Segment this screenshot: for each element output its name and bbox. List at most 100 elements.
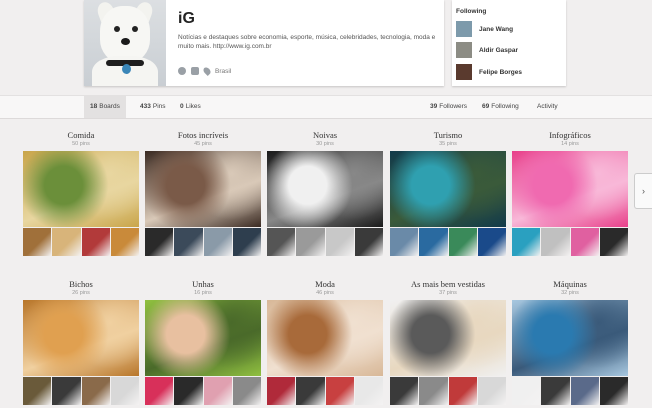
- board-title[interactable]: As mais bem vestidas: [390, 279, 506, 290]
- followers-count: 39: [430, 103, 438, 110]
- board-title[interactable]: Bichos: [23, 279, 139, 290]
- board-cover-image[interactable]: [145, 300, 261, 376]
- board-thumbnail[interactable]: [52, 377, 81, 405]
- board-card[interactable]: As mais bem vestidas 37 pins: [390, 279, 506, 405]
- follow-avatar[interactable]: [456, 42, 472, 58]
- board-title[interactable]: Infográficos: [512, 130, 628, 141]
- board-card[interactable]: Bichos 26 pins: [23, 279, 139, 405]
- board-thumbnail[interactable]: [599, 377, 628, 405]
- board-thumbnail[interactable]: [541, 228, 570, 256]
- board-thumbnail[interactable]: [570, 228, 599, 256]
- board-thumbnail[interactable]: [570, 377, 599, 405]
- board-thumbnail[interactable]: [203, 377, 232, 405]
- board-thumbnail[interactable]: [23, 377, 52, 405]
- board-thumbnail[interactable]: [325, 228, 354, 256]
- board-thumbnail[interactable]: [174, 377, 203, 405]
- board-pin-count: 46 pins: [316, 290, 334, 296]
- board-thumbnail[interactable]: [512, 377, 541, 405]
- board-thumbnail[interactable]: [390, 377, 419, 405]
- board-cover-image[interactable]: [390, 300, 506, 376]
- board-card[interactable]: Moda 46 pins: [267, 279, 383, 405]
- board-thumbnail[interactable]: [390, 228, 419, 256]
- board-cover-image[interactable]: [267, 300, 383, 376]
- board-thumbnail[interactable]: [477, 377, 506, 405]
- board-thumbnail[interactable]: [419, 377, 448, 405]
- board-thumbnail[interactable]: [448, 228, 477, 256]
- follow-name[interactable]: Jane Wang: [479, 26, 513, 33]
- board-thumbnail[interactable]: [81, 377, 110, 405]
- board-cover-image[interactable]: [390, 151, 506, 227]
- board-thumbnail[interactable]: [354, 377, 383, 405]
- follow-avatar[interactable]: [456, 21, 472, 37]
- tab-followers[interactable]: 39 Followers: [424, 96, 473, 118]
- board-thumbnail[interactable]: [419, 228, 448, 256]
- follow-avatar[interactable]: [456, 64, 472, 80]
- board-pin-count: 35 pins: [439, 141, 457, 147]
- board-thumbnail[interactable]: [145, 377, 174, 405]
- board-cover-image[interactable]: [145, 151, 261, 227]
- board-thumbnail[interactable]: [145, 228, 174, 256]
- board-thumbnail[interactable]: [203, 228, 232, 256]
- profile-avatar[interactable]: [84, 0, 166, 86]
- board-title[interactable]: Máquinas: [512, 279, 628, 290]
- board-thumbnail[interactable]: [599, 228, 628, 256]
- twitter-icon[interactable]: [191, 67, 199, 75]
- tab-likes[interactable]: 0 Likes: [174, 96, 207, 118]
- tab-activity[interactable]: Activity: [531, 96, 564, 118]
- board-card[interactable]: Noivas 30 pins: [267, 130, 383, 256]
- board-thumbnail[interactable]: [448, 377, 477, 405]
- board-pin-count: 14 pins: [561, 141, 579, 147]
- board-cover-image[interactable]: [267, 151, 383, 227]
- tab-boards[interactable]: 18 Boards: [84, 96, 126, 118]
- tab-pins[interactable]: 433 Pins: [134, 96, 172, 118]
- board-thumbnail[interactable]: [52, 228, 81, 256]
- board-thumbnails: [145, 228, 261, 256]
- board-title[interactable]: Moda: [267, 279, 383, 290]
- board-thumbnail[interactable]: [267, 228, 296, 256]
- board-cover-image[interactable]: [512, 151, 628, 227]
- following-count: 69: [482, 103, 490, 110]
- follow-name[interactable]: Felipe Borges: [479, 69, 522, 76]
- board-title[interactable]: Unhas: [145, 279, 261, 290]
- board-thumbnail[interactable]: [512, 228, 541, 256]
- board-thumbnail[interactable]: [110, 228, 139, 256]
- next-page-arrow[interactable]: ›: [634, 173, 652, 209]
- facebook-icon[interactable]: [178, 67, 186, 75]
- likes-count: 0: [180, 103, 184, 110]
- board-thumbnail[interactable]: [23, 228, 52, 256]
- board-thumbnail[interactable]: [541, 377, 570, 405]
- board-thumbnail[interactable]: [174, 228, 203, 256]
- board-title[interactable]: Noivas: [267, 130, 383, 141]
- board-thumbnail[interactable]: [267, 377, 296, 405]
- board-card[interactable]: Fotos incríveis 45 pins: [145, 130, 261, 256]
- board-thumbnail[interactable]: [477, 228, 506, 256]
- following-item[interactable]: Aldir Gaspar: [456, 42, 518, 58]
- board-thumbnail[interactable]: [325, 377, 354, 405]
- board-card[interactable]: Máquinas 32 pins: [512, 279, 628, 405]
- board-thumbnail[interactable]: [232, 228, 261, 256]
- board-card[interactable]: Infográficos 14 pins: [512, 130, 628, 256]
- board-title[interactable]: Fotos incríveis: [145, 130, 261, 141]
- board-card[interactable]: Comida 50 pins: [23, 130, 139, 256]
- board-thumbnail[interactable]: [110, 377, 139, 405]
- board-thumbnails: [512, 228, 628, 256]
- board-thumbnail[interactable]: [296, 377, 325, 405]
- boards-label: Boards: [99, 103, 120, 110]
- tab-following[interactable]: 69 Following: [476, 96, 525, 118]
- board-thumbnail[interactable]: [296, 228, 325, 256]
- board-cover-image[interactable]: [23, 300, 139, 376]
- following-item[interactable]: Jane Wang: [456, 21, 513, 37]
- board-cover-image[interactable]: [23, 151, 139, 227]
- board-card[interactable]: Turismo 35 pins: [390, 130, 506, 256]
- board-thumbnail[interactable]: [81, 228, 110, 256]
- board-title[interactable]: Comida: [23, 130, 139, 141]
- following-item[interactable]: Felipe Borges: [456, 64, 522, 80]
- follow-name[interactable]: Aldir Gaspar: [479, 47, 518, 54]
- board-thumbnail[interactable]: [232, 377, 261, 405]
- board-title[interactable]: Turismo: [390, 130, 506, 141]
- board-cover-image[interactable]: [512, 300, 628, 376]
- board-pin-count: 32 pins: [561, 290, 579, 296]
- board-card[interactable]: Unhas 16 pins: [145, 279, 261, 405]
- board-thumbnail[interactable]: [354, 228, 383, 256]
- location-pin-icon: [202, 66, 212, 76]
